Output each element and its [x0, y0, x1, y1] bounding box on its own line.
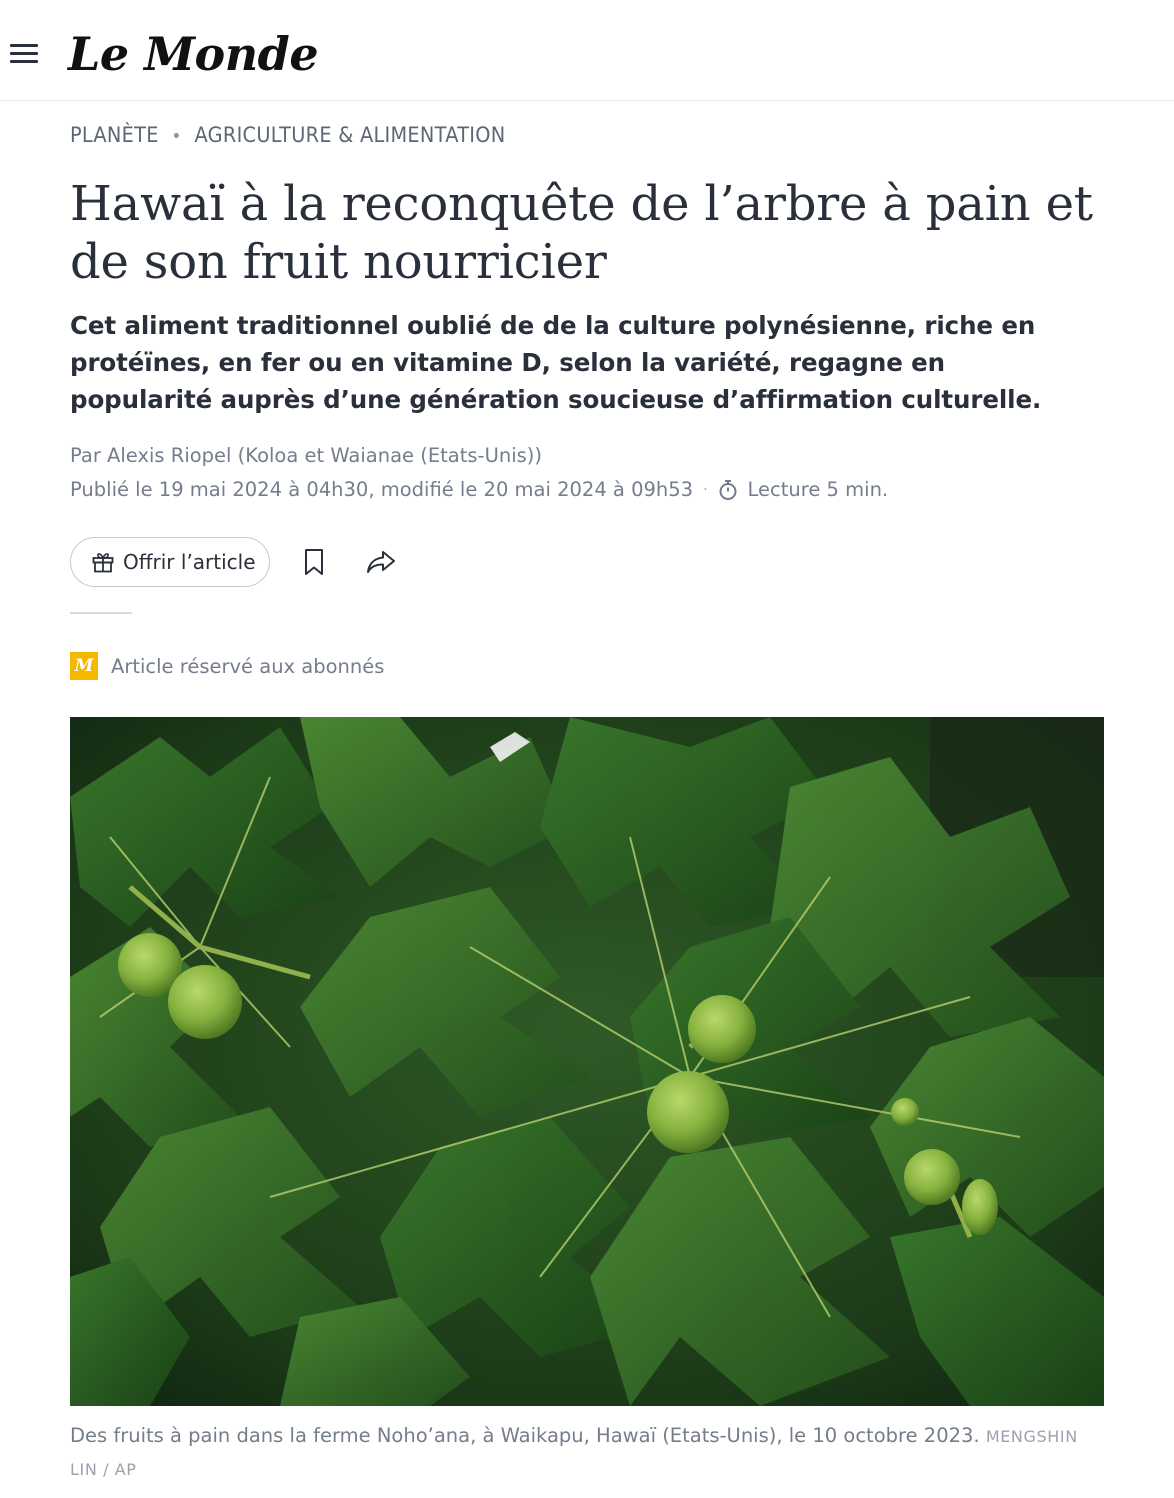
article-title: Hawaï à la reconquête de l’arbre à pain … [70, 176, 1093, 290]
breadcrumb-subsection-link[interactable]: AGRICULTURE & ALIMENTATION [194, 123, 505, 147]
breadfruit [891, 1098, 919, 1126]
subscriber-label: Article réservé aux abonnés [111, 654, 385, 678]
breadfruit [168, 965, 242, 1039]
subscriber-notice: M Article réservé aux abonnés [70, 652, 384, 680]
article-photo[interactable] [70, 717, 1104, 1406]
publication-date: Publié le 19 mai 2024 à 04h30, modifié l… [70, 478, 694, 501]
gift-icon [92, 553, 114, 573]
site-logo[interactable]: Le Monde [68, 24, 319, 84]
photo-caption: Des fruits à pain dans la ferme Noho’ana… [70, 1420, 1104, 1486]
share-icon[interactable] [366, 549, 396, 575]
breadfruit [647, 1071, 729, 1153]
breadcrumb-section-link[interactable]: PLANÈTE [70, 123, 159, 147]
subscriber-badge-icon: M [70, 652, 98, 680]
breadcrumb: PLANÈTE • AGRICULTURE & ALIMENTATION [70, 123, 505, 147]
bookmark-icon[interactable] [302, 548, 326, 576]
breadfruit [904, 1149, 960, 1205]
breadfruit [688, 995, 756, 1063]
section-divider [70, 612, 132, 614]
article-actions: Offrir l’article [70, 537, 396, 587]
article-author[interactable]: Par Alexis Riopel (Koloa et Waianae (Eta… [70, 444, 542, 467]
article-dates: Publié le 19 mai 2024 à 04h30, modifié l… [70, 478, 888, 501]
site-header: Le Monde [0, 0, 1174, 101]
breadfruit [962, 1179, 998, 1235]
offer-article-button[interactable]: Offrir l’article [70, 537, 270, 587]
hamburger-menu-icon[interactable] [10, 44, 38, 64]
breadfruit-tree-image [70, 717, 1104, 1406]
offer-article-label: Offrir l’article [123, 550, 256, 574]
stopwatch-icon [719, 479, 737, 500]
breadcrumb-separator: • [171, 126, 182, 147]
caption-text: Des fruits à pain dans la ferme Noho’ana… [70, 1424, 980, 1447]
meta-separator: · [703, 481, 708, 498]
article-lede: Cet aliment traditionnel oublié de de la… [70, 311, 1042, 414]
reading-time: Lecture 5 min. [747, 478, 889, 501]
